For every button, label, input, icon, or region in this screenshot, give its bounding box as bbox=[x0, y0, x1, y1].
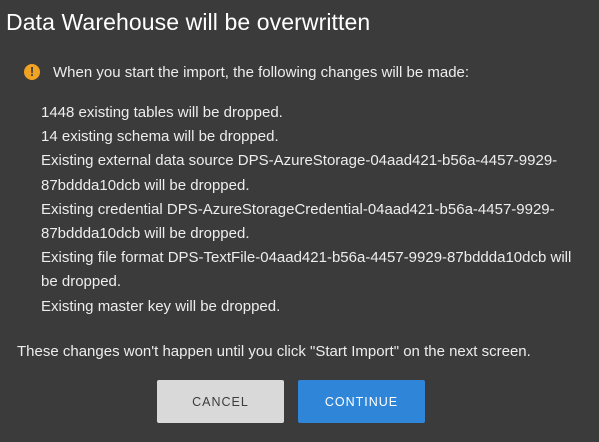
cancel-button[interactable]: CANCEL bbox=[157, 380, 284, 423]
warning-message: ! When you start the import, the followi… bbox=[24, 62, 469, 82]
continue-button[interactable]: CONTINUE bbox=[298, 380, 425, 423]
change-item: Existing credential DPS-AzureStorageCred… bbox=[41, 200, 555, 243]
dialog-title: Data Warehouse will be overwritten bbox=[6, 9, 371, 35]
warning-text: When you start the import, the following… bbox=[53, 63, 470, 81]
changes-list: 1448 existing tables will be dropped. 14… bbox=[41, 101, 581, 319]
change-item: Existing master key will be dropped. bbox=[41, 297, 281, 315]
overwrite-dialog: Data Warehouse will be overwritten ! Whe… bbox=[0, 0, 599, 442]
change-item: 1448 existing tables will be dropped. bbox=[41, 104, 283, 121]
change-item: 14 existing schema will be dropped. bbox=[41, 128, 279, 146]
warning-icon: ! bbox=[24, 64, 40, 80]
change-item: Existing external data source DPS-AzureS… bbox=[41, 152, 558, 194]
warning-icon-glyph: ! bbox=[29, 64, 35, 79]
next-screen-note: These changes won't happen until you cli… bbox=[17, 343, 531, 360]
change-item: Existing file format DPS-TextFile-04aad4… bbox=[41, 249, 572, 291]
